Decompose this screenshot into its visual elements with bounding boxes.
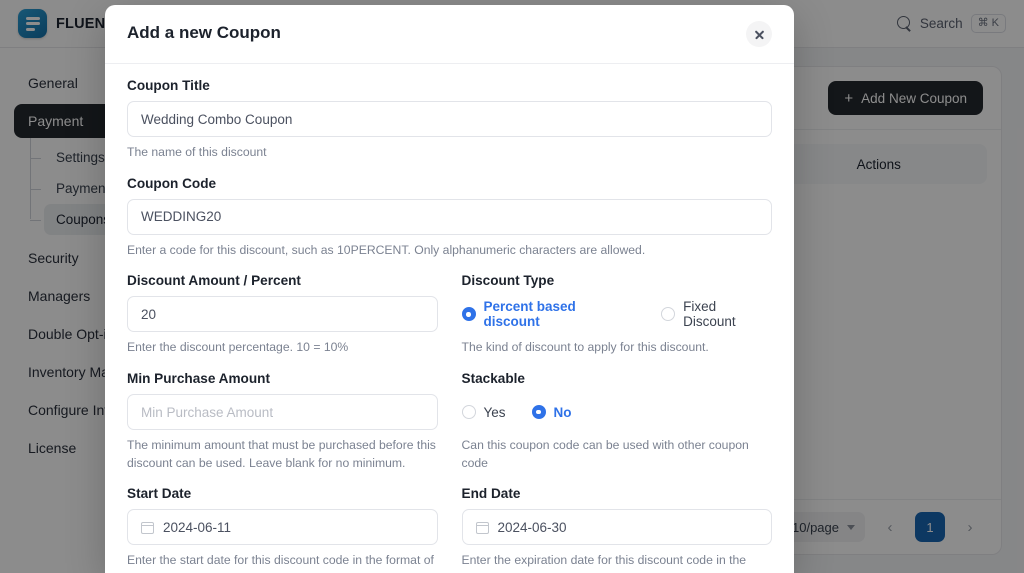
radio-label: No (553, 404, 572, 420)
min-purchase-placeholder: Min Purchase Amount (141, 404, 274, 420)
coupon-code-hint: Enter a code for this discount, such as … (127, 242, 646, 257)
end-date-value: 2024-06-30 (497, 519, 567, 535)
field-min-purchase: Min Purchase Amount Min Purchase Amount … (127, 371, 438, 472)
field-stackable: Stackable Yes No Can this coupon code ca… (461, 371, 773, 472)
discount-amount-input[interactable]: 20 (127, 296, 438, 333)
radio-stackable-no[interactable]: No (531, 404, 572, 420)
discount-type-label: Discount Type (461, 273, 555, 289)
coupon-title-input[interactable]: Wedding Combo Coupon (127, 101, 772, 137)
discount-amount-value: 20 (141, 306, 157, 322)
row-discount: Discount Amount / Percent 20 Enter the d… (127, 273, 772, 357)
radio-dot-icon (531, 405, 546, 420)
end-date-label: End Date (461, 486, 521, 502)
radio-dot-icon (461, 405, 476, 420)
coupon-code-label: Coupon Code (127, 175, 217, 191)
radio-stackable-yes[interactable]: Yes (461, 404, 506, 420)
stackable-hint: Can this coupon code can be used with ot… (461, 438, 749, 470)
field-start-date: Start Date 2024-06-11 Enter the start da… (127, 486, 438, 573)
field-coupon-code: Coupon Code WEDDING20 Enter a code for t… (127, 176, 772, 260)
calendar-icon (141, 521, 154, 534)
stackable-radio-group: Yes No (461, 394, 773, 430)
radio-label: Percent based discount (483, 299, 576, 330)
coupon-title-label: Coupon Title (127, 78, 210, 93)
calendar-icon (475, 521, 489, 534)
field-end-date: End Date 2024-06-30 Enter the expiration… (461, 486, 772, 573)
coupon-code-input[interactable]: WEDDING20 (127, 198, 772, 235)
end-date-input[interactable]: 2024-06-30 (461, 509, 772, 546)
field-discount-type: Discount Type Percent based discount Fix… (461, 273, 773, 357)
modal-close-button[interactable] (746, 21, 772, 47)
row-dates: Start Date 2024-06-11 Enter the start da… (127, 486, 772, 573)
min-purchase-input[interactable]: Min Purchase Amount (127, 394, 438, 431)
radio-label: Yes (483, 404, 506, 420)
close-icon (754, 29, 765, 40)
field-coupon-title: Coupon Title Wedding Combo Coupon The na… (127, 78, 772, 162)
end-date-hint: Enter the expiration date for this disco… (461, 553, 747, 573)
min-purchase-label: Min Purchase Amount (127, 371, 270, 387)
discount-amount-hint: Enter the discount percentage. 10 = 10% (127, 340, 349, 355)
radio-percent-based-discount[interactable]: Percent based discount (461, 299, 636, 330)
discount-amount-label: Discount Amount / Percent (127, 273, 301, 289)
coupon-code-value: WEDDING20 (141, 209, 222, 225)
discount-type-radio-group: Percent based discount Fixed Discount (461, 296, 773, 332)
radio-fixed-discount[interactable]: Fixed Discount (661, 299, 772, 329)
min-purchase-hint: The minimum amount that must be purchase… (127, 438, 436, 470)
row-min-purchase: Min Purchase Amount Min Purchase Amount … (127, 371, 772, 472)
modal-title: Add a new Coupon (127, 23, 281, 42)
start-date-input[interactable]: 2024-06-11 (127, 509, 438, 546)
radio-label: Fixed Discount (683, 299, 736, 330)
radio-dot-icon (661, 307, 676, 322)
modal-body: Coupon Title Wedding Combo Coupon The na… (105, 64, 794, 573)
start-date-value: 2024-06-11 (163, 519, 232, 535)
discount-type-hint: The kind of discount to apply for this d… (461, 340, 709, 355)
field-discount-amount: Discount Amount / Percent 20 Enter the d… (127, 273, 438, 357)
add-coupon-modal: Add a new Coupon Coupon Title Wedding Co… (105, 5, 794, 573)
modal-header: Add a new Coupon (105, 5, 794, 64)
app-root: FLUENTFORMS Search ⌘ K General Payment (0, 0, 1024, 573)
start-date-label: Start Date (127, 486, 192, 502)
start-date-hint: Enter the start date for this discount c… (127, 553, 434, 573)
stackable-label: Stackable (461, 371, 525, 387)
coupon-title-hint: The name of this discount (127, 145, 267, 159)
radio-dot-icon (461, 307, 476, 322)
coupon-title-value: Wedding Combo Coupon (141, 111, 293, 127)
